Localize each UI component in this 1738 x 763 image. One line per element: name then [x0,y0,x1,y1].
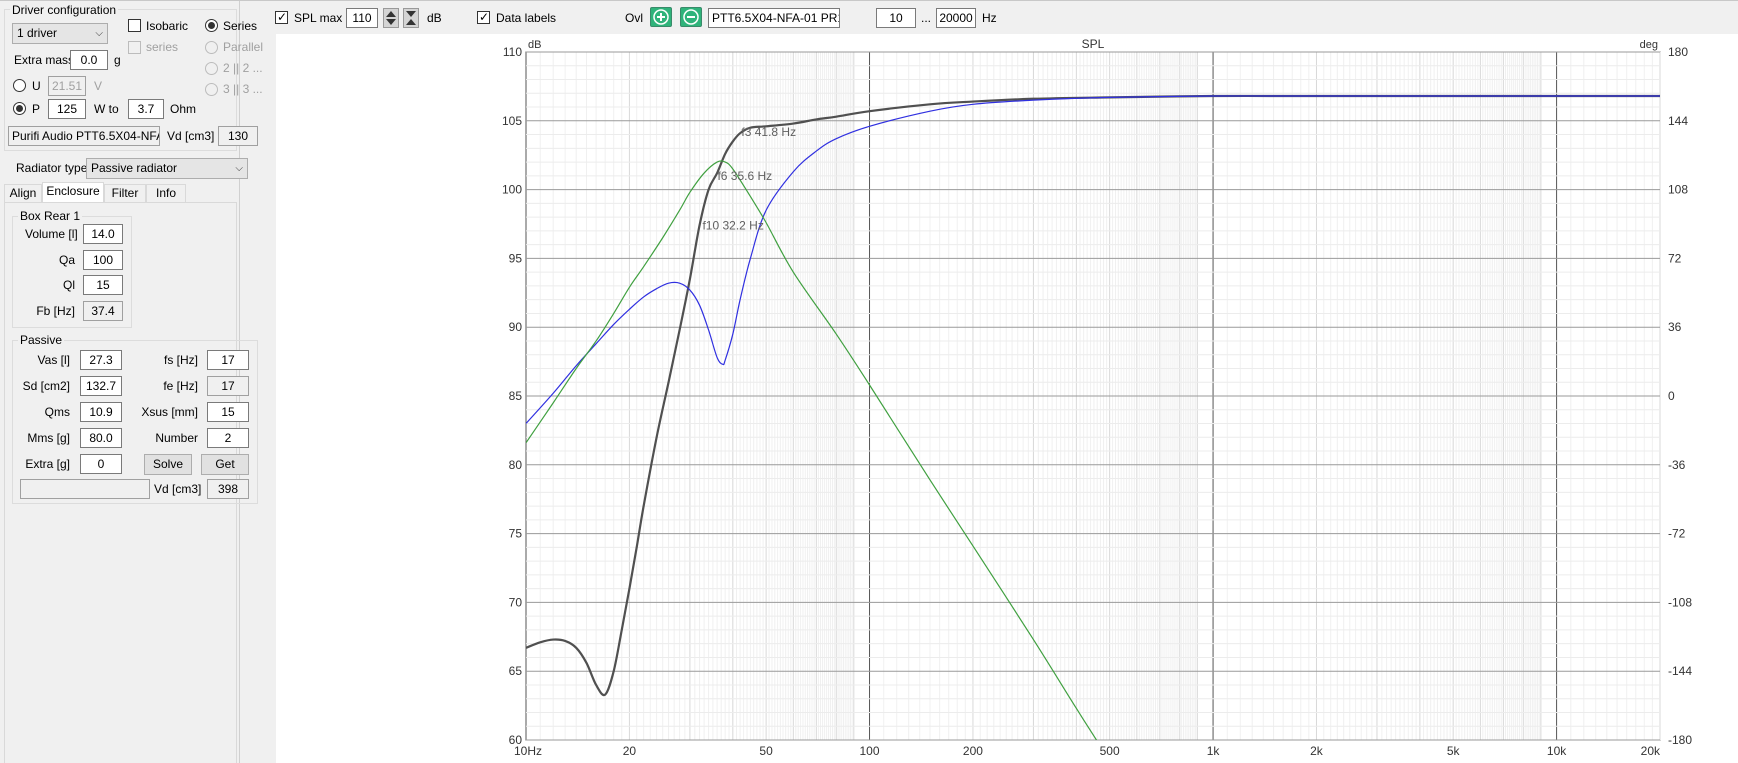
y-tick-label: 75 [509,527,523,541]
x-tick-label: 50 [759,744,773,758]
x-tick-label: 500 [1100,744,1120,758]
x-tick-label: 2k [1310,744,1324,758]
x-tick-label: 20k [1641,744,1661,758]
cutoff-annotation: f3 41.8 Hz [741,125,796,139]
cutoff-annotation: f10 32.2 Hz [702,218,763,232]
chart-title: SPL [1082,37,1105,51]
x-tick-label: 200 [963,744,983,758]
tab-enclosure[interactable]: Enclosure [42,182,104,202]
y-right-tick-label: -144 [1668,664,1692,678]
y-right-tick-label: 144 [1668,114,1688,128]
y-tick-label: 80 [509,458,523,472]
y-right-tick-label: 0 [1668,389,1675,403]
y-tick-label: 110 [503,45,522,59]
x-tick-label: 20 [623,744,637,758]
y-tick-label: 95 [509,251,523,265]
cutoff-annotation: f6 35.6 Hz [717,169,772,183]
y-axis-unit-right: deg [1640,39,1658,51]
y-right-tick-label: 108 [1668,183,1688,197]
y-right-tick-label: 36 [1668,320,1682,334]
y-tick-label: 70 [509,595,523,609]
x-tick-label: 10Hz [514,744,542,758]
y-right-tick-label: -72 [1668,527,1686,541]
y-tick-label: 105 [502,114,522,128]
y-right-tick-label: -180 [1668,733,1692,747]
x-tick-label: 100 [860,744,880,758]
x-tick-label: 10k [1547,744,1567,758]
y-tick-label: 65 [509,664,523,678]
x-tick-label: 5k [1447,744,1461,758]
y-right-tick-label: 72 [1668,251,1682,265]
y-right-tick-label: 180 [1668,45,1688,59]
y-tick-label: 90 [509,320,523,334]
y-right-tick-label: -108 [1668,595,1692,609]
y-axis-unit-left: dB [528,39,541,51]
y-tick-label: 100 [502,183,522,197]
y-right-tick-label: -36 [1668,458,1686,472]
x-tick-label: 1k [1207,744,1221,758]
y-tick-label: 85 [509,389,523,403]
spl-chart[interactable]: 110105100959085807570656018014410872360-… [0,0,1738,763]
